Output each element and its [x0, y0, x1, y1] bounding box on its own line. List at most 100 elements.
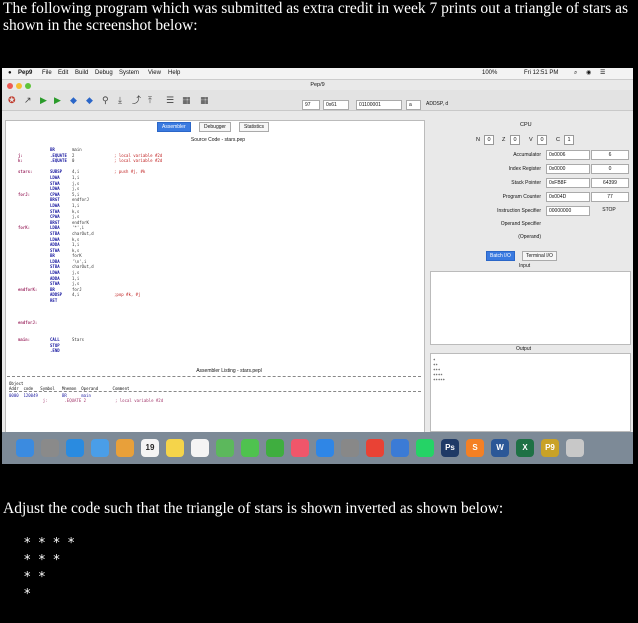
- inverted-row-3: * *: [24, 570, 48, 585]
- register-label: Index Register: [508, 166, 541, 172]
- input-textarea[interactable]: [430, 271, 631, 345]
- register-hex: 0xFB8F: [546, 178, 590, 188]
- tab-batch-io[interactable]: Batch I/O: [486, 251, 515, 261]
- photoshop-icon[interactable]: Ps: [441, 439, 459, 457]
- layout-three-icon[interactable]: ▦: [200, 95, 209, 105]
- assembler-listing[interactable]: Object Addr code Symbol Mnemon Operand C…: [9, 381, 421, 403]
- run-source-icon[interactable]: ▶: [54, 95, 61, 105]
- flag-v-label: V: [529, 137, 533, 143]
- menu-debug[interactable]: Debug: [95, 68, 113, 79]
- register-hex: 0x004D: [546, 192, 590, 202]
- mail-icon[interactable]: [91, 439, 109, 457]
- assembler-pane: [5, 120, 425, 464]
- photos-icon[interactable]: [116, 439, 134, 457]
- debug-object-icon[interactable]: ◆: [86, 95, 93, 105]
- messages-icon[interactable]: [241, 439, 259, 457]
- menu-system[interactable]: System: [119, 68, 139, 79]
- launchpad-icon[interactable]: [41, 439, 59, 457]
- run-icon[interactable]: ▶: [40, 95, 47, 105]
- chrome-icon[interactable]: [366, 439, 384, 457]
- finder-icon[interactable]: [16, 439, 34, 457]
- register-dec: 64399: [591, 178, 629, 188]
- menu-edit[interactable]: Edit: [58, 68, 68, 79]
- input-label: Input: [519, 263, 531, 269]
- register-dec: 0: [591, 164, 629, 174]
- output-text: * ** *** **** *****: [433, 358, 446, 383]
- layout-one-icon[interactable]: ☰: [166, 95, 174, 105]
- excel-icon[interactable]: X: [516, 439, 534, 457]
- output-label: Output: [516, 346, 532, 352]
- source-mnemonics[interactable]: BR .EQUATE .EQUATE SUBSP LDWA STWA LDWA …: [50, 147, 67, 354]
- listing-title: Assembler Listing - stars.pepl: [196, 368, 262, 374]
- search-icon[interactable]: ⌕: [574, 68, 577, 79]
- flag-n-value: 0: [484, 135, 494, 145]
- safari-icon[interactable]: [66, 439, 84, 457]
- menu-view[interactable]: View: [148, 68, 161, 79]
- bug-icon[interactable]: ⚲: [102, 95, 109, 105]
- gear-icon[interactable]: ✪: [8, 95, 16, 105]
- facetime-icon[interactable]: [266, 439, 284, 457]
- register-accumulator: Accumulator 0x0006 6: [428, 150, 633, 160]
- cpu-title: CPU: [520, 122, 532, 128]
- question-instruction: Adjust the code such that the triangle o…: [3, 500, 504, 517]
- step-out-icon[interactable]: ⤒: [148, 95, 152, 105]
- apple-icon[interactable]: ●: [8, 68, 12, 79]
- menu-bar: ● Pep9 File Edit Build Debug System View…: [2, 68, 633, 80]
- menu-build[interactable]: Build: [75, 68, 88, 79]
- debug-icon[interactable]: ◆: [70, 95, 77, 105]
- reminders-icon[interactable]: [191, 439, 209, 457]
- step-over-icon[interactable]: ⤴: [132, 95, 141, 105]
- source-labels[interactable]: j: k: stars: forJ: forK: endforK: endfor…: [18, 147, 37, 348]
- register-program-counter: Program Counter 0x004D 77: [428, 192, 633, 202]
- register-operand: (Operand): [428, 232, 633, 242]
- tab-debugger[interactable]: Debugger: [199, 122, 231, 132]
- register-stack-pointer: Stack Pointer 0xFB8F 64399: [428, 178, 633, 188]
- pep9-icon[interactable]: P9: [541, 439, 559, 457]
- whatsapp-icon[interactable]: [416, 439, 434, 457]
- flag-z-value: 0: [510, 135, 520, 145]
- settings-icon[interactable]: [341, 439, 359, 457]
- music-icon[interactable]: [291, 439, 309, 457]
- hammer-icon[interactable]: ↗: [24, 95, 32, 105]
- calendar-icon[interactable]: 19: [141, 439, 159, 457]
- notes-icon[interactable]: [166, 439, 184, 457]
- appstore-icon[interactable]: [316, 439, 334, 457]
- battery-percent: 100%: [482, 70, 498, 76]
- register-label: Program Counter: [502, 194, 541, 200]
- flag-c-label: C: [556, 137, 560, 143]
- clock: Fri 12:51 PM: [524, 70, 559, 76]
- tab-terminal-io[interactable]: Terminal I/O: [522, 251, 557, 261]
- flag-z-label: Z: [502, 137, 506, 143]
- register-dec: STOP: [602, 207, 616, 213]
- tab-assembler[interactable]: Assembler: [157, 122, 191, 132]
- hex-field[interactable]: 0x61: [323, 100, 349, 110]
- pepper-icon[interactable]: [391, 439, 409, 457]
- output-textarea[interactable]: [430, 353, 631, 432]
- source-comments[interactable]: ; local variable #2d ; local variable #2…: [114, 147, 162, 348]
- notification-icon[interactable]: ☰: [600, 68, 605, 79]
- maps-icon[interactable]: [216, 439, 234, 457]
- menu-app[interactable]: Pep9: [18, 68, 32, 79]
- menu-help[interactable]: Help: [168, 68, 180, 79]
- register-label: Instruction Specifier: [497, 208, 541, 214]
- screenshot: ● Pep9 File Edit Build Debug System View…: [2, 68, 633, 464]
- char-field[interactable]: a: [406, 100, 421, 110]
- tab-statistics[interactable]: Statistics: [239, 122, 270, 132]
- register-label: Operand Specifier: [500, 221, 541, 227]
- trash-icon[interactable]: [566, 439, 584, 457]
- source-title: Source Code - stars.pep: [190, 137, 246, 143]
- decimal-field[interactable]: 97: [302, 100, 320, 110]
- source-operands[interactable]: main 2 0 4,i 1,i j,s j,s 5,i endforJ 1,i…: [72, 147, 94, 348]
- register-hex: 0x0006: [546, 150, 590, 160]
- sublime-icon[interactable]: S: [466, 439, 484, 457]
- step-into-icon[interactable]: ⤓: [118, 95, 122, 105]
- menu-file[interactable]: File: [42, 68, 52, 79]
- siri-icon[interactable]: ◉: [586, 68, 591, 79]
- listing-divider: [7, 376, 421, 377]
- word-icon[interactable]: W: [491, 439, 509, 457]
- window-title: Pep/9: [310, 82, 325, 88]
- layout-two-icon[interactable]: ▦: [182, 95, 191, 105]
- inverted-row-2: * * *: [24, 553, 62, 568]
- binary-field[interactable]: 01100001: [356, 100, 402, 110]
- flag-v-value: 0: [537, 135, 547, 145]
